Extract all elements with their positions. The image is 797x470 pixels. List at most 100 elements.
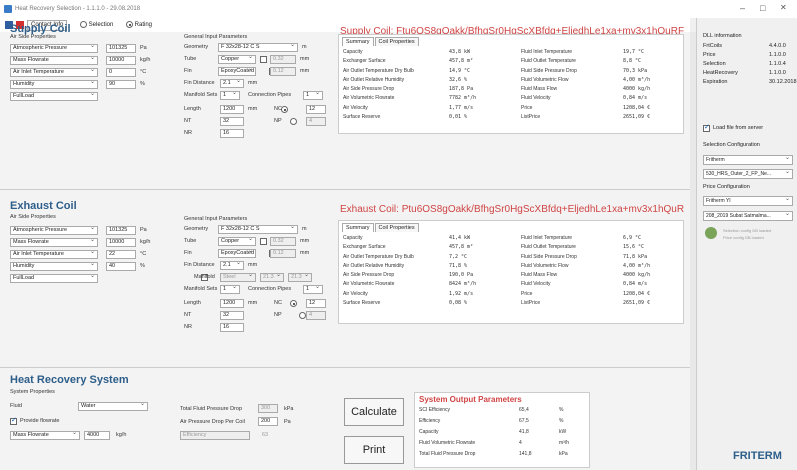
- rating-label: Rating: [134, 22, 153, 29]
- tab-summary[interactable]: Summary: [342, 223, 374, 232]
- np-input[interactable]: 4: [306, 117, 326, 126]
- air-field-unit: °C: [140, 251, 147, 257]
- manifold-select[interactable]: Steel: [220, 273, 256, 282]
- geometry-select[interactable]: F 32x28-12 C S: [218, 225, 298, 234]
- tube-select[interactable]: Copper: [218, 237, 256, 246]
- result-value: 1,77 m/s: [449, 104, 474, 111]
- dll-item-name: Expiration: [703, 79, 728, 85]
- selection-config-select[interactable]: Fritherm: [703, 155, 793, 165]
- manifold-sets-label: Manifold Sets: [184, 92, 218, 98]
- output-label: Efficiency: [419, 418, 441, 424]
- length-input[interactable]: 1200: [220, 105, 244, 114]
- air-field-select[interactable]: FullLoad: [10, 274, 98, 283]
- manifold-sets-select[interactable]: 1: [220, 285, 240, 294]
- total-dp-unit: kPa: [284, 406, 294, 412]
- air-field-input[interactable]: 101325: [106, 226, 136, 235]
- tab-coil-properties[interactable]: Coil Properties: [374, 37, 419, 46]
- refresh-icon[interactable]: [705, 227, 717, 239]
- manifold-size-2[interactable]: 21.3: [288, 273, 312, 282]
- result-value: 43,8 kW: [449, 49, 471, 55]
- connection-pipes-select[interactable]: 1: [303, 285, 323, 294]
- fin-distance-unit: mm: [248, 262, 258, 268]
- fin-select[interactable]: EpoxyCoated: [218, 67, 256, 76]
- nc-radio[interactable]: [281, 106, 289, 113]
- air-field-select[interactable]: Humidity: [10, 80, 98, 89]
- close-button[interactable]: ✕: [780, 3, 787, 12]
- fin-distance-label: Fin Distance: [184, 80, 215, 86]
- tube-select[interactable]: Copper: [218, 55, 256, 64]
- fin-thickness[interactable]: 0.12: [270, 249, 296, 258]
- exhaust-results-table: Capacity 41,4 kW Fluid Inlet Temperature 6,…: [343, 235, 683, 309]
- np-radio[interactable]: [290, 118, 298, 125]
- fin-distance-select[interactable]: 2.1: [220, 261, 244, 270]
- total-dp-input[interactable]: 300: [258, 404, 278, 413]
- nc-radio[interactable]: [290, 300, 298, 307]
- result-row: Air Outlet Relative Humidity 71,8 % Fluid …: [343, 263, 683, 272]
- air-dp-input[interactable]: 200: [258, 417, 278, 426]
- air-field-input[interactable]: 22: [106, 250, 136, 259]
- tab-summary[interactable]: Summary: [342, 37, 374, 46]
- geometry-select[interactable]: F 32x28-12 C S: [218, 43, 298, 52]
- minimize-button[interactable]: –: [740, 3, 745, 13]
- nr-label: NR: [184, 324, 192, 330]
- friterm-logo: FRITERM: [733, 450, 782, 462]
- manifold-sets-select[interactable]: 1: [220, 91, 240, 100]
- general-input-header: General Input Parameters: [184, 34, 248, 40]
- nr-input[interactable]: 16: [220, 323, 244, 332]
- fluid-select[interactable]: Water: [78, 402, 148, 411]
- load-server-checkbox[interactable]: [703, 123, 710, 132]
- np-radio[interactable]: [298, 312, 306, 319]
- air-field-input[interactable]: 10000: [106, 238, 136, 247]
- tube-checkbox[interactable]: [260, 56, 267, 63]
- np-input[interactable]: 4: [306, 311, 326, 320]
- air-field-input[interactable]: 0: [106, 68, 136, 77]
- maximize-button[interactable]: □: [760, 3, 765, 13]
- length-label: Length: [184, 106, 201, 112]
- air-field-select[interactable]: Air Inlet Temperature: [10, 250, 98, 259]
- mass-flowrate-input[interactable]: 4000: [84, 431, 110, 440]
- price-config-select[interactable]: Fritherm YI: [703, 196, 793, 206]
- length-input[interactable]: 1200: [220, 299, 244, 308]
- connection-pipes-label: Connection Pipes: [248, 286, 292, 292]
- print-button[interactable]: Print: [344, 436, 404, 464]
- nt-input[interactable]: 32: [220, 311, 244, 320]
- nr-input[interactable]: 16: [220, 129, 244, 138]
- dll-item-name: FrtCoils: [703, 43, 722, 49]
- selection-radio[interactable]: Selection: [80, 21, 113, 28]
- air-field-input[interactable]: 10000: [106, 56, 136, 65]
- result-row: Air Outlet Temperature Dry Bulb 7,2 °C Flu…: [343, 254, 683, 263]
- mass-flowrate-select[interactable]: Mass Flowrate: [10, 431, 80, 440]
- tube-thickness[interactable]: 0.32: [270, 55, 296, 64]
- air-field-input[interactable]: 101325: [106, 44, 136, 53]
- nc-input[interactable]: 12: [306, 105, 326, 114]
- nc-input[interactable]: 12: [306, 299, 326, 308]
- manifold-size-1[interactable]: 21.3: [260, 273, 284, 282]
- fin-thickness[interactable]: 0.12: [270, 67, 296, 76]
- result-label: Fluid Velocity: [521, 95, 551, 102]
- air-field-select[interactable]: Atmospheric Pressure: [10, 226, 98, 235]
- air-field-input[interactable]: 40: [106, 262, 136, 271]
- provide-flowrate-checkbox[interactable]: [10, 416, 17, 425]
- air-field-select[interactable]: Mass Flowrate: [10, 238, 98, 247]
- nt-input[interactable]: 32: [220, 117, 244, 126]
- tab-coil-properties[interactable]: Coil Properties: [374, 223, 419, 232]
- price-file-select[interactable]: 208_2019 Subat Satmalma...: [703, 211, 793, 221]
- air-field-select[interactable]: FullLoad: [10, 92, 98, 101]
- calculate-button[interactable]: Calculate: [344, 398, 404, 426]
- fin-distance-select[interactable]: 2.1: [220, 79, 244, 88]
- air-field-input[interactable]: 90: [106, 80, 136, 89]
- fin-select[interactable]: EpoxyCoated: [218, 249, 256, 258]
- air-field-select[interactable]: Air Inlet Temperature: [10, 68, 98, 77]
- air-field-select[interactable]: Humidity: [10, 262, 98, 271]
- tube-thickness[interactable]: 0.32: [270, 237, 296, 246]
- result-row: Capacity 41,4 kW Fluid Inlet Temperature 6,…: [343, 235, 683, 244]
- selection-file-select[interactable]: 530_HRS_Outer_2_FP_Ne...: [703, 169, 793, 179]
- output-table: SCI Efficiency 65,4% Efficiency 67,5% Capaci…: [419, 407, 589, 462]
- air-field-select[interactable]: Mass Flowrate: [10, 56, 98, 65]
- connection-pipes-select[interactable]: 1: [303, 91, 323, 100]
- tube-checkbox[interactable]: [260, 238, 267, 245]
- rating-radio[interactable]: Rating: [126, 21, 152, 28]
- output-row: SCI Efficiency 65,4%: [419, 407, 589, 418]
- air-field-select[interactable]: Atmospheric Pressure: [10, 44, 98, 53]
- result-label: Air Velocity: [343, 104, 368, 111]
